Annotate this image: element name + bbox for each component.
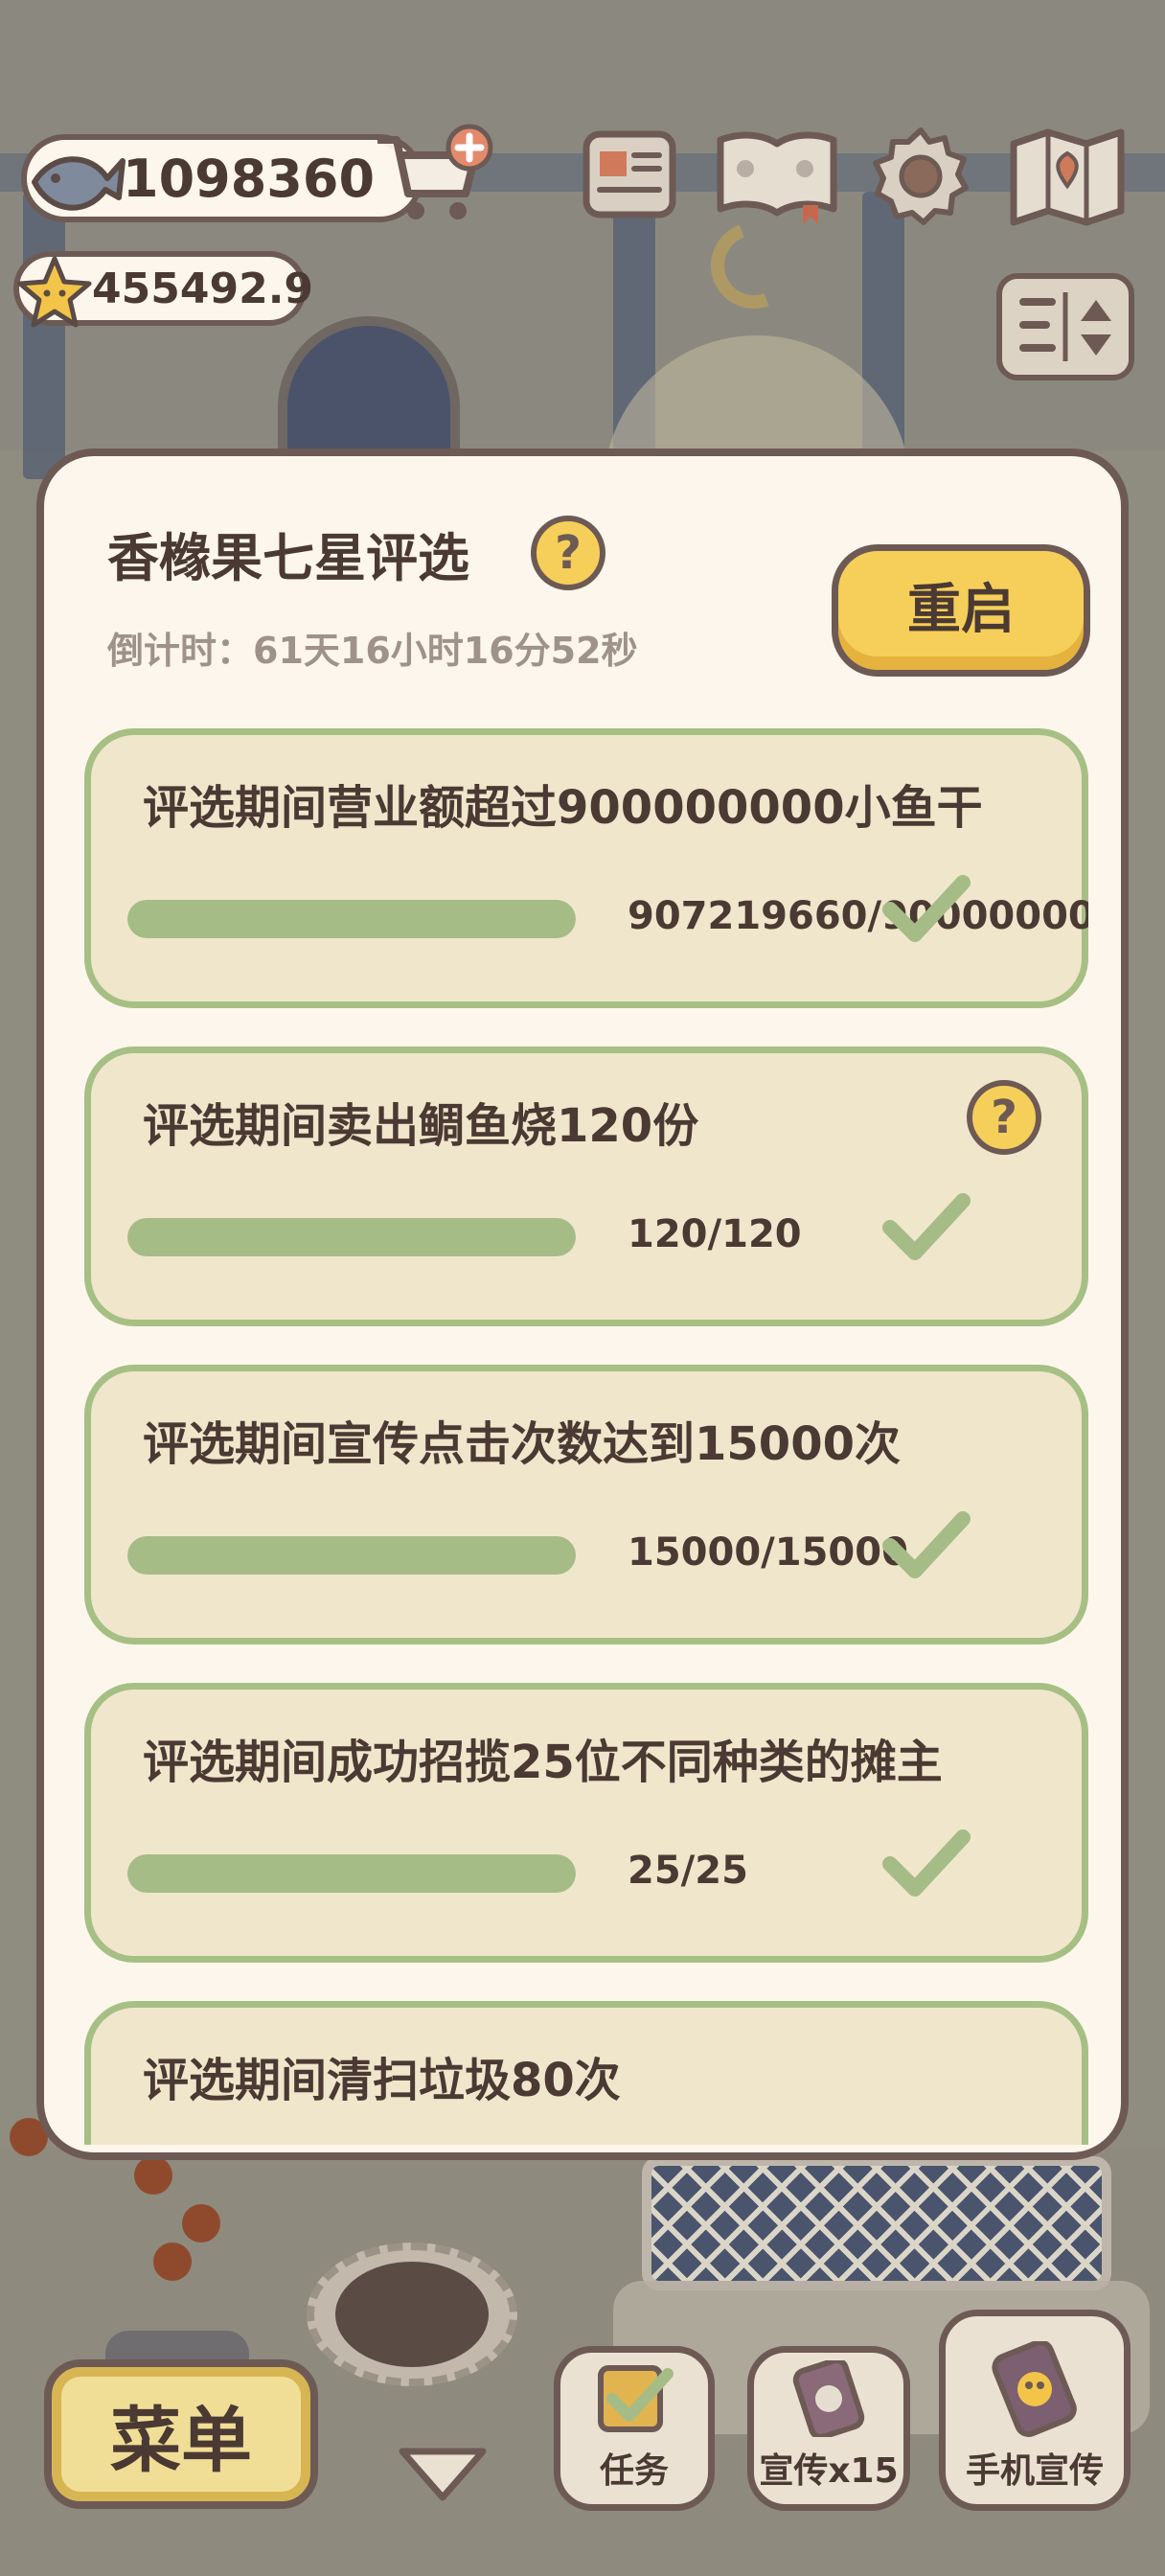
task-description: 评选期间宣传点击次数达到15000次	[143, 1417, 901, 1471]
checklist-icon	[598, 2365, 674, 2432]
help-icon[interactable]: ?	[531, 516, 605, 590]
promo-phone-icon	[792, 2360, 865, 2437]
promo-button[interactable]: 宣传x15	[747, 2346, 910, 2511]
paw-book-icon[interactable]	[713, 125, 841, 226]
progress-bar-fill	[127, 1536, 576, 1575]
task-description: 评选期间成功招揽25位不同种类的摊主	[143, 1736, 943, 1789]
task-card: 评选期间卖出鲷鱼烧120份? 120/120	[84, 1046, 1088, 1326]
task-description: 评选期间营业额超过900000000小鱼干	[143, 781, 983, 835]
progress-text: 25/25	[628, 1849, 748, 1893]
phone-promo-button[interactable]: 手机宣传	[939, 2310, 1131, 2511]
task-card: 评选期间宣传点击次数达到15000次 15000/15000	[84, 1365, 1088, 1644]
cookie	[335, 2262, 489, 2367]
newspaper-icon[interactable]	[579, 125, 680, 226]
phone-icon	[992, 2341, 1077, 2437]
progress-bar-fill	[127, 1218, 576, 1256]
progress-bar	[127, 1854, 576, 1893]
progress-text: 907219660/900000000	[628, 894, 1088, 938]
fish-icon	[32, 156, 126, 211]
countdown-text: 倒计时：61天16小时16分52秒	[107, 630, 638, 672]
pillar	[23, 192, 65, 479]
sort-icon	[1019, 292, 1111, 361]
progress-text: 120/120	[628, 1212, 802, 1256]
check-icon	[882, 1511, 971, 1578]
check-icon	[882, 1829, 971, 1897]
phone-promo-button-label: 手机宣传	[965, 2451, 1104, 2491]
fish-currency-value: 1098360	[123, 148, 376, 209]
menu-button[interactable]: 菜单	[44, 2359, 318, 2509]
task-button-label: 任务	[599, 2451, 669, 2491]
check-icon	[882, 875, 971, 942]
star-currency-value: 455492.9	[92, 264, 314, 313]
promo-button-label: 宣传x15	[759, 2451, 899, 2491]
modal-title: 香橼果七星评选	[107, 528, 469, 588]
task-button[interactable]: 任务	[554, 2346, 715, 2511]
progress-bar-fill	[127, 1854, 576, 1893]
task-list[interactable]: 评选期间营业额超过900000000小鱼干 907219660/900000000…	[84, 728, 1088, 2145]
gear-icon[interactable]	[870, 125, 971, 226]
task-card: 评选期间清扫垃圾80次	[84, 2001, 1088, 2145]
task-description: 评选期间卖出鲷鱼烧120份	[143, 1099, 699, 1153]
shop-counter-lattice	[642, 2156, 1111, 2290]
task-description: 评选期间清扫垃圾80次	[143, 2054, 621, 2107]
check-icon	[882, 1193, 971, 1260]
progress-bar	[127, 1218, 576, 1256]
task-card: 评选期间营业额超过900000000小鱼干 907219660/900000000	[84, 728, 1088, 1008]
progress-bar	[127, 900, 576, 938]
chevron-down-icon[interactable]	[393, 2442, 492, 2505]
progress-text: 15000/15000	[628, 1530, 908, 1575]
progress-bar-fill	[127, 900, 576, 938]
help-icon[interactable]: ?	[967, 1080, 1041, 1155]
star-rating-modal: 香橼果七星评选 ? 倒计时：61天16小时16分52秒 重启 评选期间营业额超过…	[36, 448, 1129, 2160]
restart-button[interactable]: 重启	[832, 544, 1090, 677]
star-currency-display: 455492.9	[13, 251, 313, 328]
sort-button[interactable]	[996, 273, 1134, 380]
star-icon	[17, 256, 92, 328]
cart-plus-icon[interactable]	[372, 123, 496, 228]
task-card: 评选期间成功招揽25位不同种类的摊主 25/25	[84, 1683, 1088, 1963]
map-icon[interactable]	[1006, 125, 1129, 230]
progress-bar	[127, 1536, 576, 1575]
fish-currency-display: 1098360	[21, 134, 423, 222]
